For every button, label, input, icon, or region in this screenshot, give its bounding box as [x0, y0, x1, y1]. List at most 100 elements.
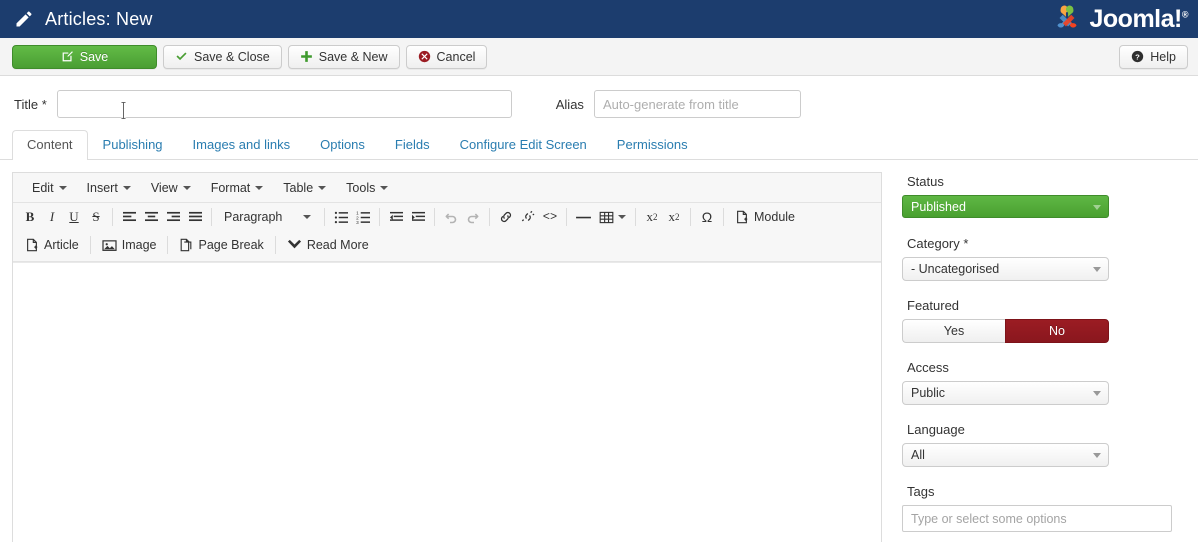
- outdent-icon[interactable]: [385, 206, 407, 228]
- chevron-down-icon: [122, 185, 131, 190]
- featured-yes-button[interactable]: Yes: [902, 319, 1005, 343]
- menu-view[interactable]: View: [142, 178, 200, 198]
- menu-table-label: Table: [283, 180, 314, 195]
- tab-content[interactable]: Content: [12, 130, 88, 160]
- help-icon: ?: [1132, 50, 1144, 63]
- align-justify-icon[interactable]: [184, 206, 206, 228]
- toolbar-separator: [379, 208, 380, 226]
- italic-icon[interactable]: I: [41, 206, 63, 228]
- featured-label: Featured: [907, 298, 960, 313]
- menu-tools[interactable]: Tools: [337, 178, 397, 198]
- toolbar-separator: [635, 208, 636, 226]
- menu-tools-label: Tools: [346, 180, 376, 195]
- chevron-down-icon[interactable]: [618, 215, 626, 219]
- insert-page-break-button[interactable]: Page Break: [173, 234, 269, 256]
- tab-publishing[interactable]: Publishing: [88, 130, 178, 160]
- toolbar-separator: [274, 236, 276, 254]
- language-value: All: [911, 448, 925, 462]
- numbered-list-icon[interactable]: 123: [352, 206, 374, 228]
- tags-group: Tags Type or select some options: [902, 484, 1174, 532]
- status-group: Status Published: [902, 174, 1174, 218]
- app-header: Articles: New Joomla!®: [0, 0, 1198, 38]
- access-select[interactable]: Public: [902, 381, 1109, 405]
- toolbar-separator: [211, 208, 212, 226]
- tab-fields[interactable]: Fields: [380, 130, 445, 160]
- tab-images-and-links[interactable]: Images and links: [178, 130, 306, 160]
- cancel-label: Cancel: [436, 49, 476, 64]
- toolbar-separator: [434, 208, 435, 226]
- insert-image-label: Image: [121, 238, 157, 252]
- chevron-down-icon: [380, 185, 389, 190]
- unlink-icon[interactable]: [517, 206, 539, 228]
- strikethrough-icon[interactable]: S: [85, 206, 107, 228]
- special-character-icon[interactable]: Ω: [696, 206, 718, 228]
- bullet-list-icon[interactable]: [330, 206, 352, 228]
- plus-icon: [300, 51, 312, 62]
- save-and-new-button[interactable]: Save & New: [287, 44, 400, 69]
- menu-view-label: View: [150, 180, 178, 195]
- table-icon[interactable]: [595, 206, 617, 228]
- toolbar-separator: [489, 208, 490, 226]
- image-icon: [102, 239, 117, 251]
- align-center-icon[interactable]: [140, 206, 162, 228]
- tab-options[interactable]: Options: [305, 130, 380, 160]
- underline-icon[interactable]: U: [63, 206, 85, 228]
- article-sidebar: Status Published Category * - Uncategori…: [902, 172, 1174, 542]
- status-select[interactable]: Published: [902, 195, 1109, 218]
- toolbar-separator: [566, 208, 567, 226]
- title-input[interactable]: [56, 90, 512, 118]
- tags-label: Tags: [907, 484, 935, 499]
- joomla-logo: Joomla!®: [1050, 2, 1189, 36]
- language-select[interactable]: All: [902, 443, 1109, 467]
- article-page-icon: [27, 238, 38, 252]
- menu-edit[interactable]: Edit: [23, 178, 76, 198]
- alias-input[interactable]: [593, 90, 801, 118]
- cancel-button[interactable]: Cancel: [405, 44, 488, 69]
- category-value: - Uncategorised: [911, 262, 1000, 276]
- redo-icon[interactable]: [462, 206, 484, 228]
- menu-table[interactable]: Table: [274, 178, 335, 198]
- access-label: Access: [907, 360, 949, 375]
- editor-toolbar-row-1: B I U S Paragraph 1 2 3 <> x 2 x 2 Ω Mod…: [13, 203, 881, 231]
- help-button[interactable]: ? Help: [1119, 44, 1188, 69]
- format-select[interactable]: Paragraph: [217, 206, 301, 228]
- title-row: Title * Alias: [0, 76, 1198, 130]
- joomla-wordmark: Joomla!®: [1089, 4, 1189, 33]
- page-break-icon: [181, 238, 192, 252]
- insert-read-more-button[interactable]: Read More: [281, 234, 375, 256]
- tab-configure-edit-screen[interactable]: Configure Edit Screen: [445, 130, 602, 160]
- save-button[interactable]: Save: [12, 44, 157, 69]
- save-and-new-label: Save & New: [318, 49, 388, 64]
- tags-input[interactable]: Type or select some options: [902, 505, 1172, 532]
- chevron-down-icon[interactable]: [303, 215, 311, 219]
- save-and-close-button[interactable]: Save & Close: [163, 44, 282, 69]
- editor-toolbar-row-2: Article Image Page Break Read More: [13, 231, 881, 262]
- chevron-down-icon: [1093, 267, 1101, 272]
- category-select[interactable]: - Uncategorised: [902, 257, 1109, 281]
- chevron-down-icon: [1093, 204, 1101, 210]
- subscript-icon[interactable]: x2: [641, 206, 663, 228]
- toolbar-separator: [324, 208, 325, 226]
- featured-toggle: Yes No: [902, 319, 1109, 343]
- link-icon[interactable]: [495, 206, 517, 228]
- language-group: Language All: [902, 422, 1174, 467]
- horizontal-rule-icon[interactable]: [572, 206, 595, 228]
- toolbar-separator: [723, 208, 724, 226]
- menu-format[interactable]: Format: [202, 178, 273, 198]
- menu-insert[interactable]: Insert: [78, 178, 140, 198]
- insert-module-button[interactable]: Module: [729, 206, 801, 228]
- bold-icon[interactable]: B: [19, 206, 41, 228]
- page-title: Articles: New: [45, 8, 153, 29]
- insert-image-button[interactable]: Image: [96, 234, 163, 256]
- tab-permissions[interactable]: Permissions: [602, 130, 703, 160]
- chevron-down-icon: [182, 185, 191, 190]
- superscript-icon[interactable]: x2: [663, 206, 685, 228]
- insert-article-button[interactable]: Article: [19, 234, 85, 256]
- editor-content-area[interactable]: [13, 262, 881, 542]
- source-code-icon[interactable]: <>: [539, 206, 561, 228]
- indent-icon[interactable]: [407, 206, 429, 228]
- undo-icon[interactable]: [440, 206, 462, 228]
- align-right-icon[interactable]: [162, 206, 184, 228]
- align-left-icon[interactable]: [118, 206, 140, 228]
- featured-no-button[interactable]: No: [1005, 319, 1109, 343]
